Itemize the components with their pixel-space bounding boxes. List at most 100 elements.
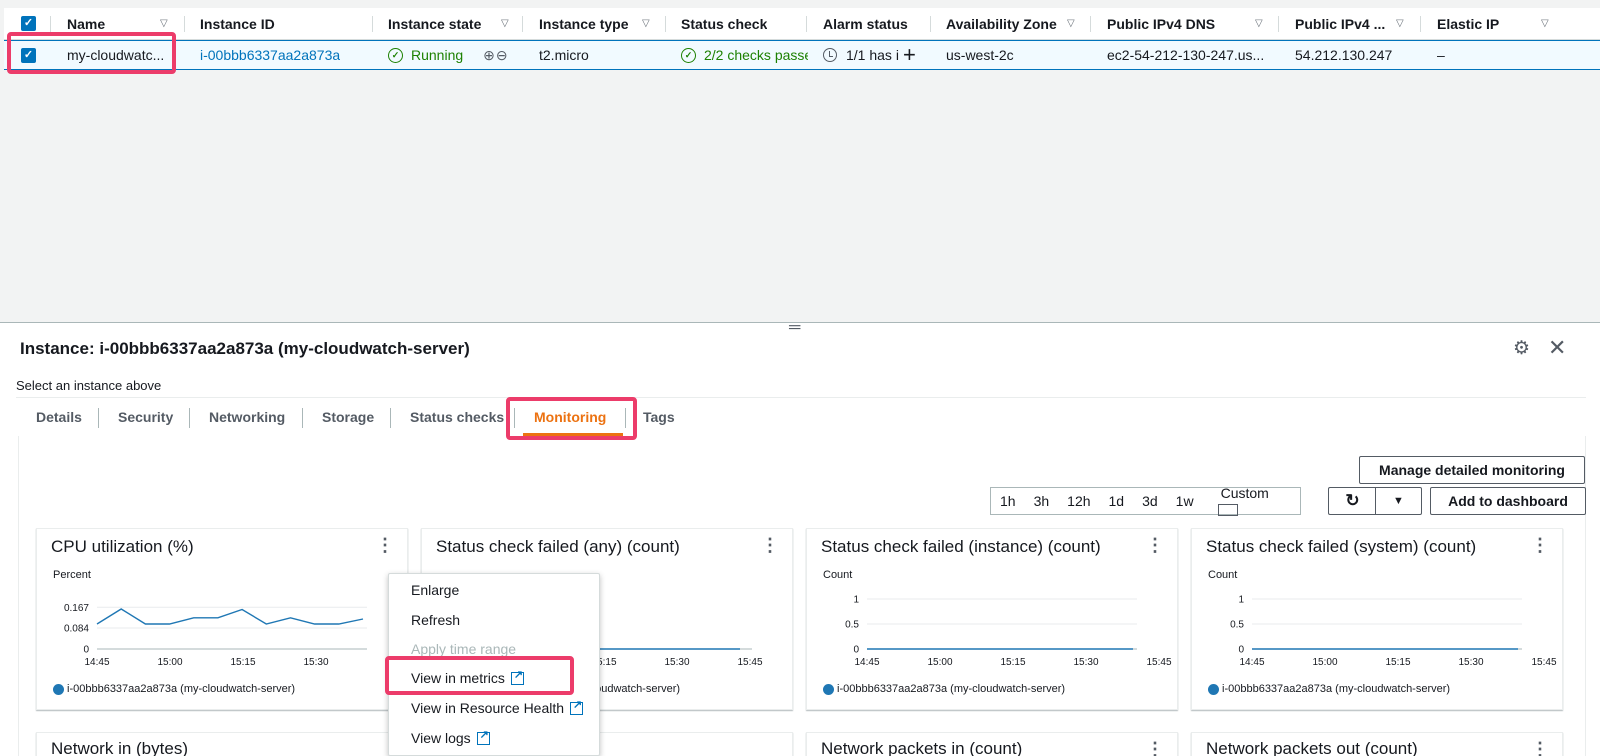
more-actions-icon[interactable]: ⋮	[1531, 739, 1549, 756]
col-header-public-dns[interactable]: Public IPv4 DNS	[1107, 8, 1215, 39]
time-range-selector: 1h 3h 12h 1d 3d 1w Custom	[990, 485, 1301, 517]
instance-name[interactable]: my-cloudwatc...	[67, 41, 179, 69]
tab-storage[interactable]: Storage	[322, 398, 374, 436]
more-actions-icon[interactable]: ⋮	[1146, 739, 1164, 756]
sort-icon[interactable]: ▽	[501, 18, 509, 29]
widget-network-packets-in: Network packets in (count) ⋮	[806, 732, 1178, 756]
select-instance-hint: Select an instance above	[16, 378, 162, 393]
more-actions-icon[interactable]: ⋮	[376, 535, 394, 556]
caret-down-icon: ▼	[1393, 495, 1404, 507]
sort-icon[interactable]: ▽	[1067, 18, 1075, 29]
refresh-icon: ↻	[1345, 491, 1360, 510]
legend-label: i-00bbb6337aa2a873a (my-cloudwatch-serve…	[837, 683, 1066, 695]
add-to-dashboard-button[interactable]: Add to dashboard	[1430, 487, 1586, 515]
more-actions-icon[interactable]: ⋮	[1531, 535, 1549, 556]
col-header-alarm-status[interactable]: Alarm status	[823, 8, 908, 39]
series-line	[96, 608, 364, 625]
details-tabs: Details Security Networking Storage Stat…	[16, 397, 1586, 435]
alarm-status[interactable]: 1/1 has i +	[823, 41, 928, 69]
tab-status-checks[interactable]: Status checks	[410, 398, 504, 436]
sort-icon[interactable]: ▽	[642, 18, 650, 29]
select-all-checkbox[interactable]: ✓	[21, 16, 36, 31]
availability-zone: us-west-2c	[946, 47, 1014, 63]
x-tick-label: 15:15	[1385, 657, 1410, 668]
range-1d[interactable]: 1d	[1100, 493, 1134, 509]
y-tick-label: 0.084	[64, 624, 89, 635]
check-circle-icon: ✓	[681, 47, 696, 63]
table-row[interactable]: ✓ my-cloudwatc... i-00bbb6337aa2a873a ✓ …	[4, 40, 1600, 70]
range-1w[interactable]: 1w	[1167, 493, 1203, 509]
menu-item-enlarge[interactable]: Enlarge	[411, 582, 459, 598]
sort-icon[interactable]: ▽	[1396, 18, 1404, 29]
x-tick-label: 15:45	[737, 657, 762, 668]
chart-legend[interactable]: i-00bbb6337aa2a873a (my-cloudwatch-serve…	[53, 683, 295, 695]
range-3d[interactable]: 3d	[1133, 493, 1167, 509]
instance-id-link[interactable]: i-00bbb6337aa2a873a	[200, 41, 340, 69]
status-instance-chart: 0 0.5 1 14:45 15:00 15:15 15:30 15:45	[845, 595, 1172, 669]
menu-item-label: View logs	[411, 730, 471, 746]
row-checkbox[interactable]: ✓	[21, 48, 36, 63]
tab-details[interactable]: Details	[36, 398, 82, 436]
drag-handle-icon[interactable]: ═	[789, 320, 800, 336]
x-tick-label: 15:45	[1531, 657, 1556, 668]
col-header-instance-type[interactable]: Instance type	[539, 8, 628, 39]
menu-item-refresh[interactable]: Refresh	[411, 612, 460, 628]
sort-icon[interactable]: ▽	[1255, 18, 1263, 29]
gear-icon[interactable]: ⚙	[1513, 337, 1530, 360]
y-tick-label: 0.5	[1230, 620, 1244, 631]
col-header-elastic-ip[interactable]: Elastic IP	[1437, 8, 1499, 39]
sort-icon[interactable]: ▽	[160, 18, 168, 29]
x-tick-label: 15:00	[157, 657, 182, 668]
external-link-icon	[476, 728, 490, 745]
instance-state: ✓ Running ⊕⊖	[388, 41, 509, 69]
range-3h[interactable]: 3h	[1025, 493, 1059, 509]
refresh-options-dropdown[interactable]: ▼	[1375, 487, 1422, 515]
menu-item-view-in-resource-health[interactable]: View in Resource Health	[411, 698, 584, 716]
widget-title: Network in (bytes)	[51, 739, 188, 756]
cpu-chart: 00.0840.16714:4515:0015:1515:301	[64, 603, 392, 668]
zoom-in-out-icon[interactable]: ⊕⊖	[483, 47, 508, 64]
range-custom[interactable]: Custom	[1203, 485, 1300, 517]
status-check-label: 2/2 checks passed	[704, 47, 808, 63]
col-header-availability-zone[interactable]: Availability Zone	[946, 8, 1057, 39]
range-12h[interactable]: 12h	[1058, 493, 1099, 509]
legend-swatch	[823, 683, 834, 695]
chart-legend[interactable]: i-00bbb6337aa2a873a (my-cloudwatch-serve…	[823, 683, 1065, 695]
x-tick-label: 15:30	[664, 657, 689, 668]
external-link-icon	[510, 668, 524, 685]
menu-item-view-in-metrics[interactable]: View in metrics	[411, 668, 524, 686]
chart-legend[interactable]: i-00bbb6337aa2a873a (my-cloudwatch-serve…	[1208, 683, 1450, 695]
sort-icon[interactable]: ▽	[1541, 18, 1549, 29]
x-tick-label: 15:00	[927, 657, 952, 668]
tab-security[interactable]: Security	[118, 398, 173, 436]
menu-item-label: View in metrics	[411, 670, 505, 686]
range-1h[interactable]: 1h	[991, 493, 1025, 509]
refresh-button[interactable]: ↻	[1328, 487, 1376, 515]
col-header-instance-state[interactable]: Instance state	[388, 8, 481, 39]
tab-tags[interactable]: Tags	[643, 398, 675, 436]
more-actions-icon[interactable]: ⋮	[1146, 535, 1164, 556]
instances-table-header: ✓ Name ▽ Instance ID Instance state ▽ In…	[4, 8, 1600, 40]
status-check[interactable]: ✓ 2/2 checks passed	[681, 41, 808, 69]
add-alarm-icon[interactable]: +	[903, 44, 916, 66]
widget-status-instance: Status check failed (instance) (count) ⋮…	[806, 528, 1178, 710]
col-header-public-ipv4[interactable]: Public IPv4 ...	[1295, 8, 1385, 39]
tab-networking[interactable]: Networking	[209, 398, 285, 436]
calendar-icon	[1217, 504, 1238, 517]
check-circle-icon: ✓	[388, 47, 403, 63]
more-actions-icon[interactable]: ⋮	[761, 535, 779, 556]
public-dns: ec2-54-212-130-247.us...	[1107, 47, 1265, 63]
col-header-status-check[interactable]: Status check	[681, 8, 767, 39]
status-system-chart: 0 0.5 1 14:45 15:00 15:15 15:30 15:45	[1230, 595, 1557, 669]
widget-actions-menu: Enlarge Refresh Apply time range View in…	[388, 573, 600, 756]
close-icon[interactable]: ✕	[1548, 335, 1566, 361]
y-tick-label: 0	[1238, 645, 1244, 656]
y-axis-label: Percent	[53, 569, 91, 581]
y-axis-label: Count	[1208, 569, 1238, 581]
col-header-name[interactable]: Name	[67, 8, 105, 39]
tab-monitoring[interactable]: Monitoring	[534, 398, 606, 436]
manage-detailed-monitoring-button[interactable]: Manage detailed monitoring	[1359, 456, 1585, 484]
menu-item-view-logs[interactable]: View logs	[411, 728, 490, 746]
col-header-instance-id[interactable]: Instance ID	[200, 8, 275, 39]
y-tick-label: 0.167	[64, 603, 89, 614]
